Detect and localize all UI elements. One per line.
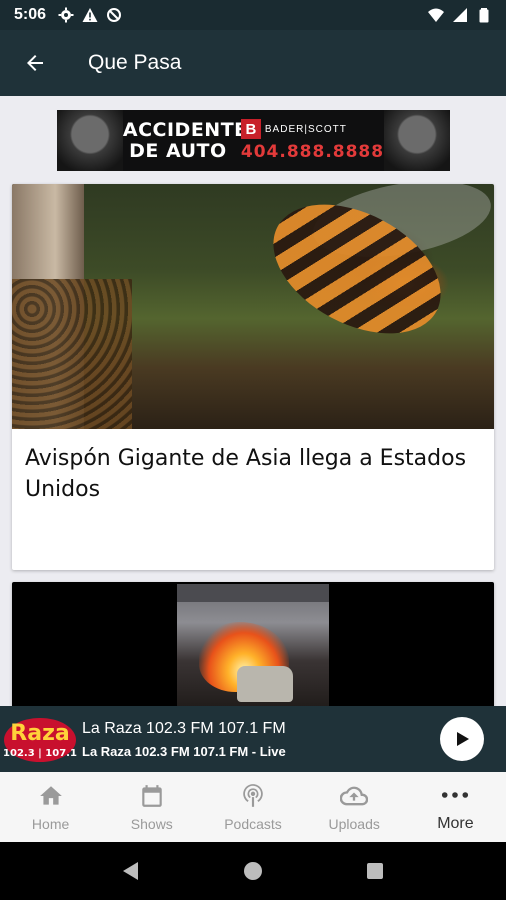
status-icons-right bbox=[428, 7, 492, 23]
status-icons-left bbox=[58, 7, 122, 23]
article-image-giant-hornet bbox=[12, 184, 494, 429]
nav-label-podcasts: Podcasts bbox=[224, 816, 282, 832]
warning-icon bbox=[82, 8, 98, 22]
home-circle-icon[interactable] bbox=[238, 856, 268, 886]
more-dots-icon bbox=[441, 781, 469, 809]
nav-label-home: Home bbox=[31, 816, 70, 832]
nav-home[interactable]: Home bbox=[0, 772, 101, 842]
ad-headline-line2: DE AUTO bbox=[129, 139, 227, 162]
podcast-icon bbox=[239, 782, 267, 810]
app-bar: Que Pasa bbox=[0, 30, 506, 96]
image-bees bbox=[12, 279, 132, 429]
nav-shows[interactable]: Shows bbox=[101, 772, 202, 842]
status-bar: 5:06 bbox=[0, 0, 506, 30]
nav-label-shows: Shows bbox=[130, 816, 173, 832]
ad-person-right-image bbox=[384, 110, 450, 171]
nav-label-more: More bbox=[437, 815, 474, 832]
gear-icon bbox=[58, 7, 74, 23]
back-button[interactable] bbox=[0, 30, 70, 96]
bottom-nav: Home Shows Podcasts Uploads More bbox=[0, 772, 506, 842]
home-icon bbox=[37, 782, 65, 810]
system-nav-bar bbox=[0, 842, 506, 900]
ad-brand: B BADER|SCOTT 404.888.8888 bbox=[240, 119, 385, 162]
ad-phone: 404.888.8888 bbox=[240, 142, 385, 162]
play-button[interactable] bbox=[440, 717, 484, 761]
data-saver-icon bbox=[107, 8, 122, 22]
article-feed[interactable]: ACCIDENTES DE AUTO B BADER|SCOTT 404.888… bbox=[0, 96, 506, 706]
battery-icon bbox=[479, 8, 489, 23]
image-beam bbox=[177, 584, 329, 602]
article-image-car-fire bbox=[177, 584, 329, 706]
mini-player[interactable]: Raza 102.3 | 107.1 La Raza 102.3 FM 107.… bbox=[0, 706, 506, 772]
article-title: Avispón Gigante de Asia llega a Estados … bbox=[25, 446, 467, 502]
ad-person-left-image bbox=[57, 110, 123, 171]
ad-banner[interactable]: ACCIDENTES DE AUTO B BADER|SCOTT 404.888… bbox=[57, 110, 450, 171]
nav-label-uploads: Uploads bbox=[328, 816, 380, 832]
player-info: La Raza 102.3 FM 107.1 FM La Raza 102.3 … bbox=[82, 720, 286, 759]
play-icon bbox=[457, 732, 469, 746]
player-station: La Raza 102.3 FM 107.1 FM bbox=[82, 719, 286, 737]
status-time: 5:06 bbox=[14, 6, 47, 23]
nav-more[interactable]: More bbox=[405, 772, 506, 842]
arrow-back-icon bbox=[27, 55, 43, 71]
page-title: Que Pasa bbox=[88, 51, 182, 74]
ad-headline: ACCIDENTES DE AUTO bbox=[122, 118, 262, 162]
nav-podcasts[interactable]: Podcasts bbox=[202, 772, 303, 842]
article-card[interactable] bbox=[12, 582, 494, 706]
image-car bbox=[237, 666, 293, 702]
player-status: La Raza 102.3 FM 107.1 FM - Live bbox=[82, 743, 286, 759]
station-logo-text: Raza bbox=[10, 721, 69, 746]
wifi-icon bbox=[428, 8, 444, 22]
article-card[interactable]: Avispón Gigante de Asia llega a Estados … bbox=[12, 184, 494, 570]
recents-square-icon[interactable] bbox=[360, 856, 390, 886]
ad-brand-name: BADER|SCOTT bbox=[264, 123, 347, 135]
signal-icon bbox=[453, 8, 467, 22]
calendar-icon bbox=[138, 782, 166, 810]
station-logo: Raza 102.3 | 107.1 bbox=[3, 718, 77, 762]
nav-uploads[interactable]: Uploads bbox=[304, 772, 405, 842]
cloud-upload-icon bbox=[340, 782, 369, 810]
ad-brand-logo: B bbox=[240, 119, 261, 139]
back-triangle-icon[interactable] bbox=[116, 856, 146, 886]
ad-brand-row: B BADER|SCOTT bbox=[240, 119, 384, 139]
station-logo-freq: 102.3 | 107.1 bbox=[3, 748, 77, 759]
ad-headline-line1: ACCIDENTES bbox=[122, 118, 262, 141]
